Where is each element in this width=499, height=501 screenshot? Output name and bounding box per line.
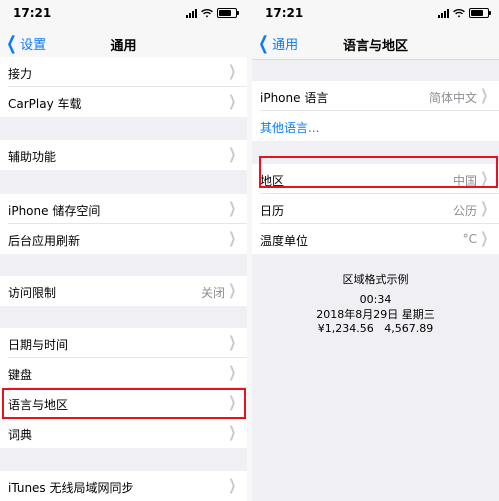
settings-row-itunes-wifi-sync[interactable]: iTunes 无线局域网同步 ❯ xyxy=(0,471,247,501)
settings-row-keyboard[interactable]: 键盘 ❯ xyxy=(0,358,247,388)
settings-row-date-time[interactable]: 日期与时间 ❯ xyxy=(0,328,247,358)
temperature-unit-row[interactable]: 温度单位 °C ❯ xyxy=(252,224,499,254)
row-label: 后台应用刷新 xyxy=(8,234,81,248)
chevron-right-icon: ❯ xyxy=(480,199,489,217)
chevron-right-icon: ❯ xyxy=(228,281,237,299)
status-time: 17:21 xyxy=(13,6,52,20)
chevron-right-icon: ❯ xyxy=(228,92,237,110)
other-languages-link[interactable]: 其他语言... xyxy=(260,119,319,136)
nav-bar: ❮ 设置 通用 xyxy=(0,26,247,60)
highlight-box-language-region xyxy=(2,388,246,419)
row-label: 日历 xyxy=(260,204,285,218)
format-preview-time: 00:34 xyxy=(359,293,392,306)
chevron-right-icon: ❯ xyxy=(228,62,237,80)
row-label: 日期与时间 xyxy=(8,338,69,352)
row-value: 简体中文 xyxy=(428,91,477,105)
settings-row-handoff[interactable]: 接力 ❯ xyxy=(0,57,247,87)
language-region-screen: 17:21 ❮ 通用 语言与地区 iPhone 语言 简体中文 ❯ 其他语言... 地… xyxy=(252,0,499,501)
status-time: 17:21 xyxy=(265,6,304,20)
status-bar: 17:21 xyxy=(0,0,247,26)
status-bar: 17:21 xyxy=(252,0,499,26)
page-title: 语言与地区 xyxy=(342,39,408,54)
chevron-right-icon: ❯ xyxy=(480,229,489,247)
settings-row-iphone-storage[interactable]: iPhone 储存空间 ❯ xyxy=(0,194,247,224)
wifi-icon xyxy=(201,8,213,17)
wifi-icon xyxy=(453,8,465,17)
format-preview-date: 2018年8月29日 星期三 xyxy=(316,308,435,321)
general-settings-screen: 17:21 ❮ 设置 通用 接力 ❯ CarPlay 车载 ❯ 辅助功能 ❯ iPhon… xyxy=(0,0,247,501)
chevron-right-icon: ❯ xyxy=(228,476,237,494)
row-label: 键盘 xyxy=(8,368,33,382)
calendar-row[interactable]: 日历 公历 ❯ xyxy=(252,194,499,224)
format-preview-numbers: ¥1,234.56 4,567.89 xyxy=(317,322,434,335)
nav-bar: ❮ 通用 语言与地区 xyxy=(252,26,499,60)
settings-row-background-refresh[interactable]: 后台应用刷新 ❯ xyxy=(0,224,247,254)
row-label: iTunes 无线局域网同步 xyxy=(8,481,134,495)
settings-row-accessibility[interactable]: 辅助功能 ❯ xyxy=(0,140,247,170)
chevron-right-icon: ❯ xyxy=(228,363,237,381)
row-value: 关闭 xyxy=(200,286,225,300)
row-label: 词典 xyxy=(8,428,33,442)
row-label: 温度单位 xyxy=(260,234,309,248)
page-title: 通用 xyxy=(110,39,137,54)
battery-icon xyxy=(217,8,239,18)
battery-icon xyxy=(469,8,491,18)
chevron-right-icon: ❯ xyxy=(228,229,237,247)
row-label: 接力 xyxy=(8,67,33,81)
chevron-right-icon: ❯ xyxy=(480,86,489,104)
row-label: iPhone 语言 xyxy=(260,91,329,105)
row-label: CarPlay 车载 xyxy=(8,97,82,111)
other-languages-row[interactable]: 其他语言... xyxy=(252,111,499,141)
cellular-signal-icon xyxy=(186,8,197,18)
row-value: °C xyxy=(462,232,477,246)
chevron-right-icon: ❯ xyxy=(228,145,237,163)
format-preview-heading: 区域格式示例 xyxy=(342,273,409,286)
settings-row-dictionary[interactable]: 词典 ❯ xyxy=(0,418,247,448)
row-label: iPhone 储存空间 xyxy=(8,204,101,218)
row-value: 公历 xyxy=(452,204,477,218)
row-label: 访问限制 xyxy=(8,286,57,300)
row-label: 辅助功能 xyxy=(8,150,57,164)
settings-row-restrictions[interactable]: 访问限制 关闭 ❯ xyxy=(0,276,247,306)
chevron-right-icon: ❯ xyxy=(228,423,237,441)
iphone-language-row[interactable]: iPhone 语言 简体中文 ❯ xyxy=(252,81,499,111)
chevron-right-icon: ❯ xyxy=(228,333,237,351)
chevron-right-icon: ❯ xyxy=(228,199,237,217)
highlight-box-region xyxy=(259,156,498,188)
settings-row-carplay[interactable]: CarPlay 车载 ❯ xyxy=(0,87,247,117)
cellular-signal-icon xyxy=(438,8,449,18)
